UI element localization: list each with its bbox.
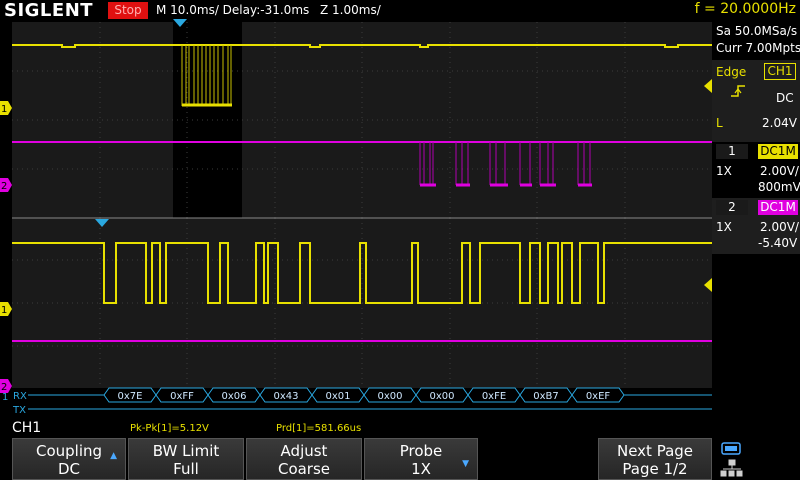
decode-byte: 0x01 — [325, 391, 350, 402]
sample-rate: Sa 50.0MSa/s — [716, 24, 798, 38]
trigger-type: Edge — [716, 65, 747, 79]
coupling-softkey-title: Coupling — [35, 442, 103, 460]
ch1-number: 1 — [716, 144, 748, 159]
battery-icon — [721, 442, 741, 455]
rising-edge-icon — [731, 85, 745, 97]
ch1-info-panel[interactable]: 1 DC1M 1X 2.00V/ 800mV — [712, 142, 800, 198]
bw-limit-softkey[interactable]: BW Limit Full — [128, 438, 244, 480]
coupling-softkey[interactable]: Coupling DC ▲ — [12, 438, 126, 480]
decode-byte: 0xFF — [170, 391, 194, 402]
ch1-marker-zoom-label: 1 — [1, 305, 7, 316]
trigger-source: CH1 — [764, 63, 796, 80]
ch2-marker-main-label: 2 — [1, 181, 7, 192]
active-channel-label: CH1 — [12, 420, 42, 436]
network-icon — [720, 459, 743, 477]
measurement-period: Prd[1]=581.66us — [276, 423, 362, 434]
decode-bus-marker: 1 — [2, 392, 8, 403]
ch2-probe: 1X — [716, 220, 732, 234]
decode-byte: 0xEF — [586, 391, 611, 402]
trigger-level: 2.04V — [762, 116, 797, 130]
bw-limit-softkey-title: BW Limit — [152, 442, 220, 460]
decode-byte: 0xB7 — [533, 391, 559, 402]
ch1-coupling-badge: DC1M — [758, 144, 798, 159]
next-page-softkey-value: Page 1/2 — [622, 460, 688, 478]
ch1-scale: 2.00V/ — [760, 164, 799, 178]
decode-rx-label: RX — [13, 391, 27, 402]
adjust-softkey-value: Coarse — [277, 460, 331, 478]
ch2-offset: -5.40V — [758, 236, 798, 250]
ch2-scale: 2.00V/ — [760, 220, 799, 234]
probe-softkey[interactable]: Probe 1X ▼ — [364, 438, 478, 480]
trigger-coupling: DC — [776, 91, 794, 105]
probe-softkey-value: 1X — [411, 460, 431, 478]
decode-tx-label: TX — [12, 405, 26, 416]
decode-byte: 0x06 — [221, 391, 246, 402]
measurement-pkpk: Pk-Pk[1]=5.12V — [130, 423, 209, 434]
decode-byte: 0x43 — [273, 391, 298, 402]
trigger-level-label: L — [716, 116, 723, 130]
ch2-info-panel[interactable]: 2 DC1M 1X 2.00V/ -5.40V — [712, 198, 800, 254]
status-icons — [720, 442, 743, 477]
ch1-probe: 1X — [716, 164, 732, 178]
adjust-softkey[interactable]: Adjust Coarse — [246, 438, 362, 480]
arrow-up-icon: ▲ — [110, 451, 117, 461]
coupling-softkey-value: DC — [57, 460, 81, 478]
memory-depth: Curr 7.00Mpts — [716, 41, 800, 55]
ch2-coupling-badge: DC1M — [758, 200, 798, 215]
ch1-marker-main-label: 1 — [1, 104, 7, 115]
decode-byte: 0x00 — [429, 391, 454, 402]
next-page-softkey-title: Next Page — [616, 442, 694, 460]
adjust-softkey-title: Adjust — [280, 442, 328, 460]
bw-limit-softkey-value: Full — [173, 460, 199, 478]
next-page-softkey[interactable]: Next Page Page 1/2 — [598, 438, 712, 480]
decode-byte: 0x7E — [118, 391, 143, 402]
decode-byte: 0xFE — [482, 391, 506, 402]
right-info-panel: Sa 50.0MSa/s Curr 7.00Mpts Edge CH1 DC L… — [712, 22, 800, 418]
probe-softkey-title: Probe — [399, 442, 443, 460]
ch2-number: 2 — [716, 200, 748, 215]
arrow-down-icon: ▼ — [462, 459, 469, 469]
waveform-display[interactable]: 0x7E 0xFF 0x06 0x43 0x01 0x00 0x00 0xFE 0xB7 0xEF… — [0, 0, 712, 418]
ch1-offset: 800mV — [758, 180, 800, 194]
decode-byte: 0x00 — [377, 391, 402, 402]
